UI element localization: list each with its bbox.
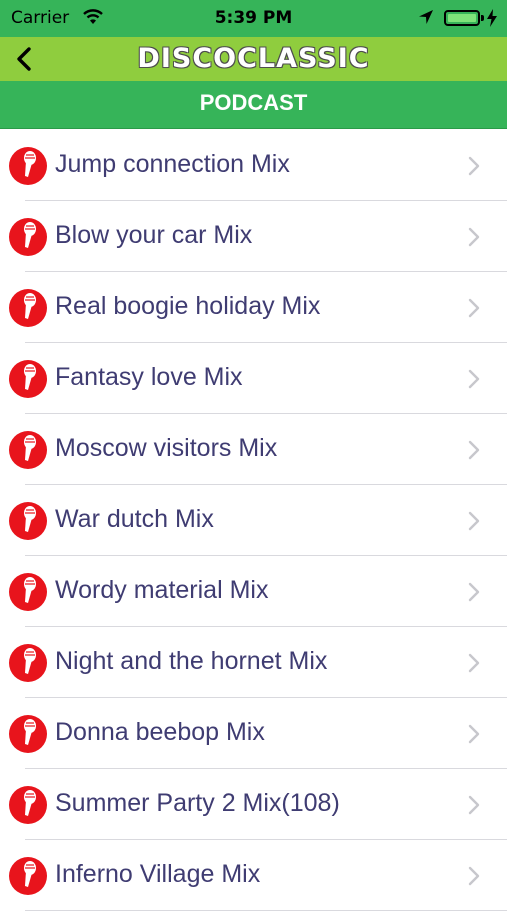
list-item-title: Blow your car Mix [55, 221, 253, 249]
list-item-title: Real boogie holiday Mix [55, 292, 321, 320]
list-item[interactable]: Summer Party 2 Mix(108) [0, 769, 507, 840]
location-arrow-icon [419, 10, 433, 24]
battery-icon [444, 10, 480, 26]
chevron-right-icon [468, 866, 480, 886]
battery-nub [481, 15, 484, 21]
list-item-title: Fantasy love Mix [55, 363, 243, 391]
chevron-right-icon [468, 724, 480, 744]
podcast-list: Jump connection Mix Blow your car Mix Real… [0, 130, 507, 911]
chevron-right-icon [468, 582, 480, 602]
list-item[interactable]: War dutch Mix [0, 485, 507, 556]
microphone-icon [9, 502, 47, 540]
list-item-title: Jump connection Mix [55, 150, 290, 178]
status-bar: Carrier 5:39 PM [0, 0, 507, 37]
list-item[interactable]: Donna beebop Mix [0, 698, 507, 769]
list-item[interactable]: Wordy material Mix [0, 556, 507, 627]
microphone-icon [9, 360, 47, 398]
list-item-title: Wordy material Mix [55, 576, 269, 604]
microphone-icon [9, 431, 47, 469]
microphone-icon [9, 218, 47, 256]
list-item[interactable]: Night and the hornet Mix [0, 627, 507, 698]
microphone-icon [9, 147, 47, 185]
list-item[interactable]: Jump connection Mix [0, 130, 507, 201]
list-item-title: War dutch Mix [55, 505, 214, 533]
microphone-icon [9, 715, 47, 753]
list-item[interactable]: Moscow visitors Mix [0, 414, 507, 485]
chevron-right-icon [468, 227, 480, 247]
microphone-icon [9, 289, 47, 327]
chevron-right-icon [468, 511, 480, 531]
list-item-title: Night and the hornet Mix [55, 647, 328, 675]
microphone-icon [9, 786, 47, 824]
app-title: DISCOCLASSIC [137, 43, 370, 74]
chevron-right-icon [468, 795, 480, 815]
chevron-right-icon [468, 653, 480, 673]
chevron-right-icon [468, 156, 480, 176]
chevron-right-icon [468, 298, 480, 318]
nav-bar: DISCOCLASSIC [0, 37, 507, 81]
chevron-right-icon [468, 440, 480, 460]
microphone-icon [9, 644, 47, 682]
charging-bolt-icon [487, 9, 497, 27]
list-item-title: Inferno Village Mix [55, 860, 261, 888]
microphone-icon [9, 573, 47, 611]
list-item[interactable]: Fantasy love Mix [0, 343, 507, 414]
section-header: PODCAST [0, 81, 507, 129]
list-item-title: Summer Party 2 Mix(108) [55, 789, 340, 817]
list-item-title: Moscow visitors Mix [55, 434, 278, 462]
list-item[interactable]: Inferno Village Mix [0, 840, 507, 911]
list-item[interactable]: Real boogie holiday Mix [0, 272, 507, 343]
section-title: PODCAST [199, 90, 308, 115]
chevron-right-icon [468, 369, 480, 389]
list-item-title: Donna beebop Mix [55, 718, 265, 746]
microphone-icon [9, 857, 47, 895]
list-item[interactable]: Blow your car Mix [0, 201, 507, 272]
